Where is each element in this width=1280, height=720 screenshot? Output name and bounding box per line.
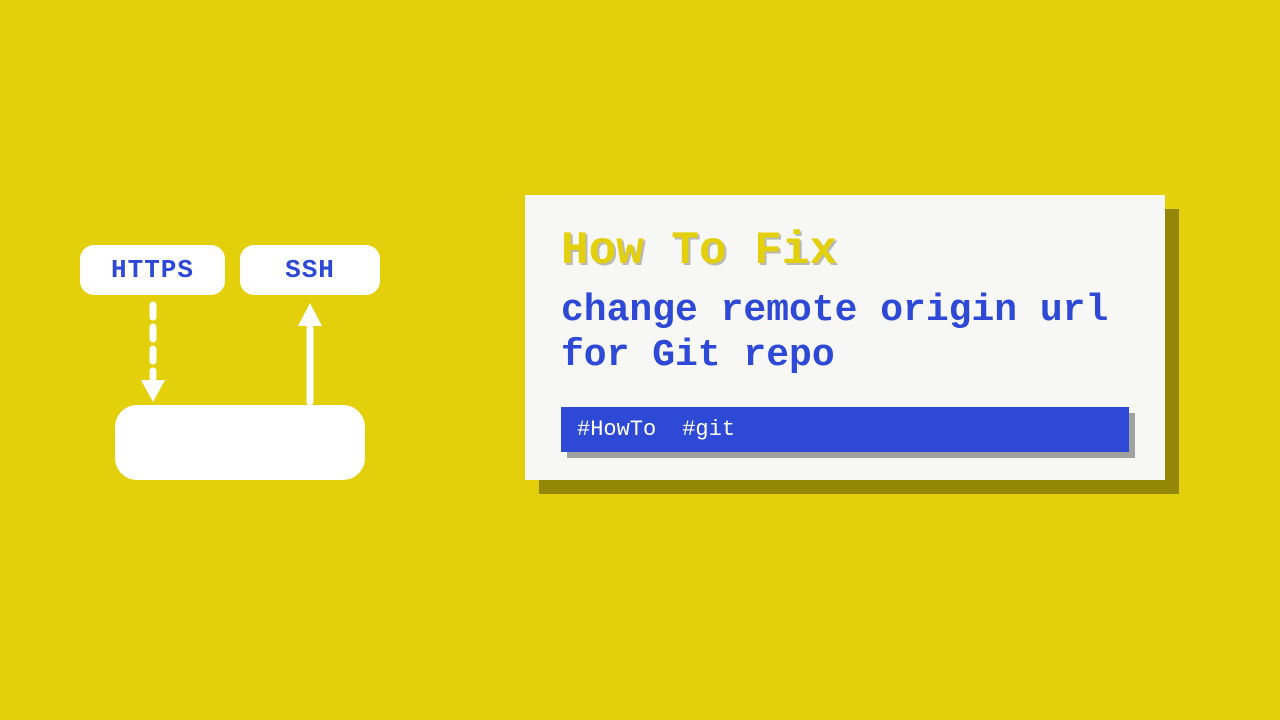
card-subtitle: change remote origin url for Git repo bbox=[561, 289, 1129, 379]
info-card: How To Fix change remote origin url for … bbox=[525, 195, 1165, 480]
arrow-down-icon bbox=[138, 300, 168, 400]
ssh-label: SSH bbox=[285, 255, 335, 285]
ssh-pill: SSH bbox=[240, 245, 380, 295]
arrow-up-icon bbox=[295, 300, 325, 400]
tag-howto: #HowTo bbox=[577, 417, 656, 442]
tag-git: #git bbox=[682, 417, 735, 442]
https-pill: HTTPS bbox=[80, 245, 225, 295]
tag-bar: #HowTo #git bbox=[561, 407, 1129, 452]
card-title: How To Fix bbox=[561, 225, 1129, 277]
repo-box bbox=[115, 405, 365, 480]
https-label: HTTPS bbox=[111, 255, 194, 285]
protocol-diagram: HTTPS SSH bbox=[80, 245, 400, 485]
